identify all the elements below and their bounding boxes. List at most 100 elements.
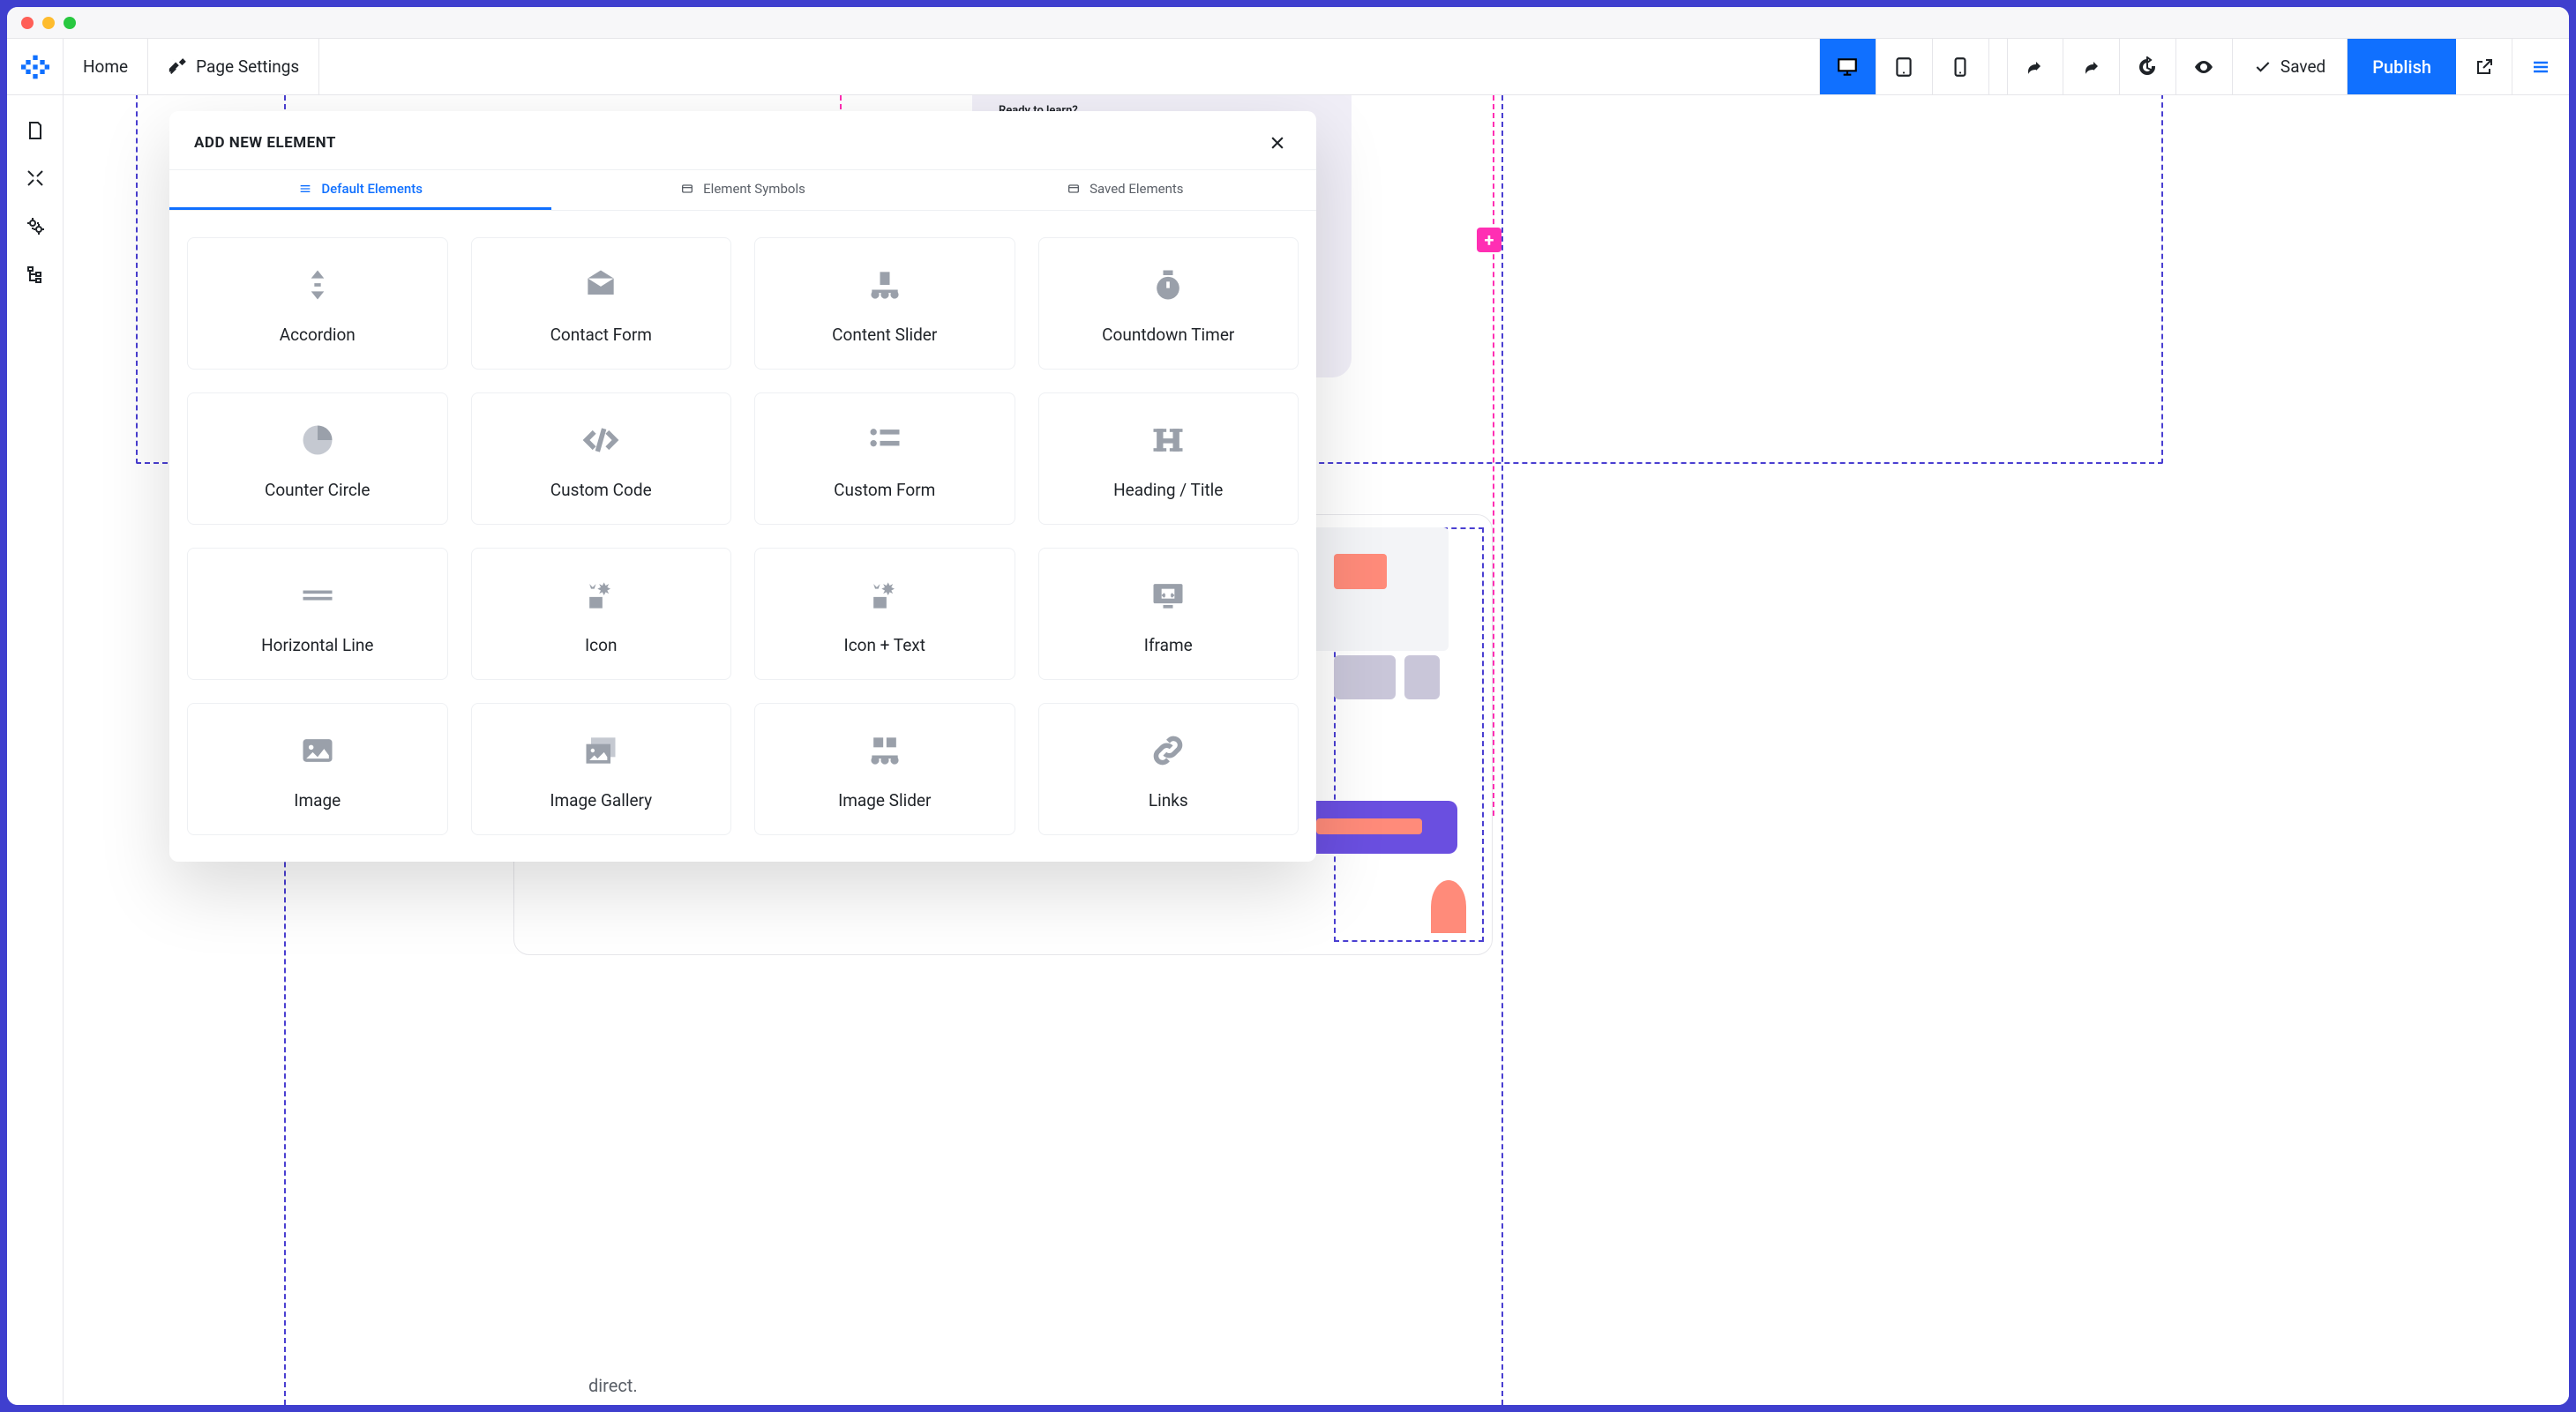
titlebar: [7, 7, 2569, 39]
modal-title: ADD NEW ELEMENT: [194, 134, 336, 152]
mobile-preview-button[interactable]: [1933, 39, 1989, 94]
pages-rail-button[interactable]: [14, 109, 56, 152]
element-custom-code[interactable]: Custom Code: [471, 392, 732, 525]
tree-icon: [25, 263, 46, 284]
element-counter-circle-label: Counter Circle: [265, 480, 371, 500]
design-rail-button[interactable]: [14, 157, 56, 199]
list-icon: [298, 182, 312, 196]
contact-form-icon: [581, 263, 620, 307]
element-horizontal-line[interactable]: Horizontal Line: [187, 548, 448, 680]
symbol-icon: [680, 182, 694, 196]
element-custom-form-label: Custom Form: [834, 480, 935, 500]
guide-right: [1501, 95, 1503, 1405]
elements-grid: Accordion Contact Form Content Slider Co…: [169, 211, 1316, 862]
element-icon-text-label: Icon + Text: [844, 635, 925, 655]
mobile-icon: [1949, 56, 1972, 78]
tab-element-symbols[interactable]: Element Symbols: [551, 170, 933, 210]
element-iframe[interactable]: Iframe: [1038, 548, 1299, 680]
redo-button[interactable]: [2063, 39, 2120, 94]
iframe-icon: [1149, 573, 1187, 617]
maximize-window-button[interactable]: [64, 17, 76, 29]
toolbar-spacer: [319, 39, 1819, 94]
tablet-icon: [1892, 56, 1915, 78]
horizontal-line-icon: [298, 573, 337, 617]
element-counter-circle[interactable]: Counter Circle: [187, 392, 448, 525]
element-contact-form[interactable]: Contact Form: [471, 237, 732, 370]
element-content-slider[interactable]: Content Slider: [754, 237, 1015, 370]
element-accordion-label: Accordion: [280, 325, 356, 345]
element-countdown-timer[interactable]: Countdown Timer: [1038, 237, 1299, 370]
undo-icon: [2025, 56, 2046, 78]
external-link-icon: [2474, 56, 2495, 78]
modal-close-button[interactable]: [1263, 129, 1292, 157]
element-heading-title[interactable]: Heading / Title: [1038, 392, 1299, 525]
canvas[interactable]: Ready to learn? + direct.: [64, 95, 2569, 1405]
custom-code-icon: [581, 418, 620, 462]
tablet-preview-button[interactable]: [1876, 39, 1933, 94]
history-button[interactable]: [2120, 39, 2176, 94]
tab-saved-elements[interactable]: Saved Elements: [934, 170, 1316, 210]
element-content-slider-label: Content Slider: [832, 325, 937, 345]
add-element-modal: ADD NEW ELEMENT Default Elements Element…: [169, 111, 1316, 862]
element-accordion[interactable]: Accordion: [187, 237, 448, 370]
structure-rail-button[interactable]: [14, 252, 56, 295]
page-settings-button[interactable]: Page Settings: [148, 39, 319, 94]
desktop-preview-button[interactable]: [1820, 39, 1876, 94]
minimize-window-button[interactable]: [42, 17, 55, 29]
element-iframe-label: Iframe: [1144, 635, 1193, 655]
element-image-gallery[interactable]: Image Gallery: [471, 703, 732, 835]
page-icon: [25, 120, 46, 141]
page-settings-icon: [168, 57, 187, 77]
save-status: Saved: [2233, 39, 2348, 94]
top-toolbar: Home Page Settings: [7, 39, 2569, 95]
element-icon[interactable]: Icon: [471, 548, 732, 680]
window-controls: [21, 17, 76, 29]
image-icon: [298, 728, 337, 773]
element-image[interactable]: Image: [187, 703, 448, 835]
tab-saved-label: Saved Elements: [1090, 181, 1183, 197]
eye-icon: [2193, 56, 2214, 78]
image-slider-icon: [865, 728, 904, 773]
history-group: [2007, 39, 2233, 94]
element-image-slider-label: Image Slider: [838, 790, 931, 811]
column-guide-2: [1493, 95, 1494, 816]
add-column-handle[interactable]: +: [1477, 228, 1501, 252]
window: Home Page Settings: [7, 7, 2569, 1405]
counter-circle-icon: [298, 418, 337, 462]
tab-default-label: Default Elements: [321, 181, 423, 197]
saved-icon: [1067, 182, 1081, 196]
element-custom-code-label: Custom Code: [550, 480, 652, 500]
element-icon-text[interactable]: Icon + Text: [754, 548, 1015, 680]
close-icon: [1269, 134, 1286, 152]
image-gallery-icon: [581, 728, 620, 773]
heading-icon: [1149, 418, 1187, 462]
element-links-label: Links: [1149, 790, 1188, 811]
design-icon: [25, 168, 46, 189]
home-button[interactable]: Home: [64, 39, 148, 94]
element-image-slider[interactable]: Image Slider: [754, 703, 1015, 835]
settings-rail-button[interactable]: [14, 205, 56, 247]
element-custom-form[interactable]: Custom Form: [754, 392, 1015, 525]
gear-icon: [25, 215, 46, 236]
tab-default-elements[interactable]: Default Elements: [169, 170, 551, 210]
modal-header: ADD NEW ELEMENT: [169, 111, 1316, 169]
main-menu-button[interactable]: [2512, 39, 2569, 94]
custom-form-icon: [865, 418, 904, 462]
open-external-button[interactable]: [2456, 39, 2512, 94]
publish-label: Publish: [2372, 56, 2431, 78]
main-area: Ready to learn? + direct.: [7, 95, 2569, 1405]
menu-icon: [2530, 56, 2551, 78]
element-links[interactable]: Links: [1038, 703, 1299, 835]
element-image-gallery-label: Image Gallery: [550, 790, 652, 811]
element-icon-label: Icon: [585, 635, 617, 655]
preview-button[interactable]: [2176, 39, 2233, 94]
element-heading-label: Heading / Title: [1113, 480, 1223, 500]
undo-button[interactable]: [2007, 39, 2063, 94]
app-logo[interactable]: [7, 39, 64, 94]
toolbar-gap: [1989, 39, 2007, 94]
element-contact-form-label: Contact Form: [550, 325, 652, 345]
publish-button[interactable]: Publish: [2348, 39, 2456, 94]
save-status-label: Saved: [2280, 56, 2325, 77]
modal-tabs: Default Elements Element Symbols Saved E…: [169, 169, 1316, 211]
close-window-button[interactable]: [21, 17, 34, 29]
